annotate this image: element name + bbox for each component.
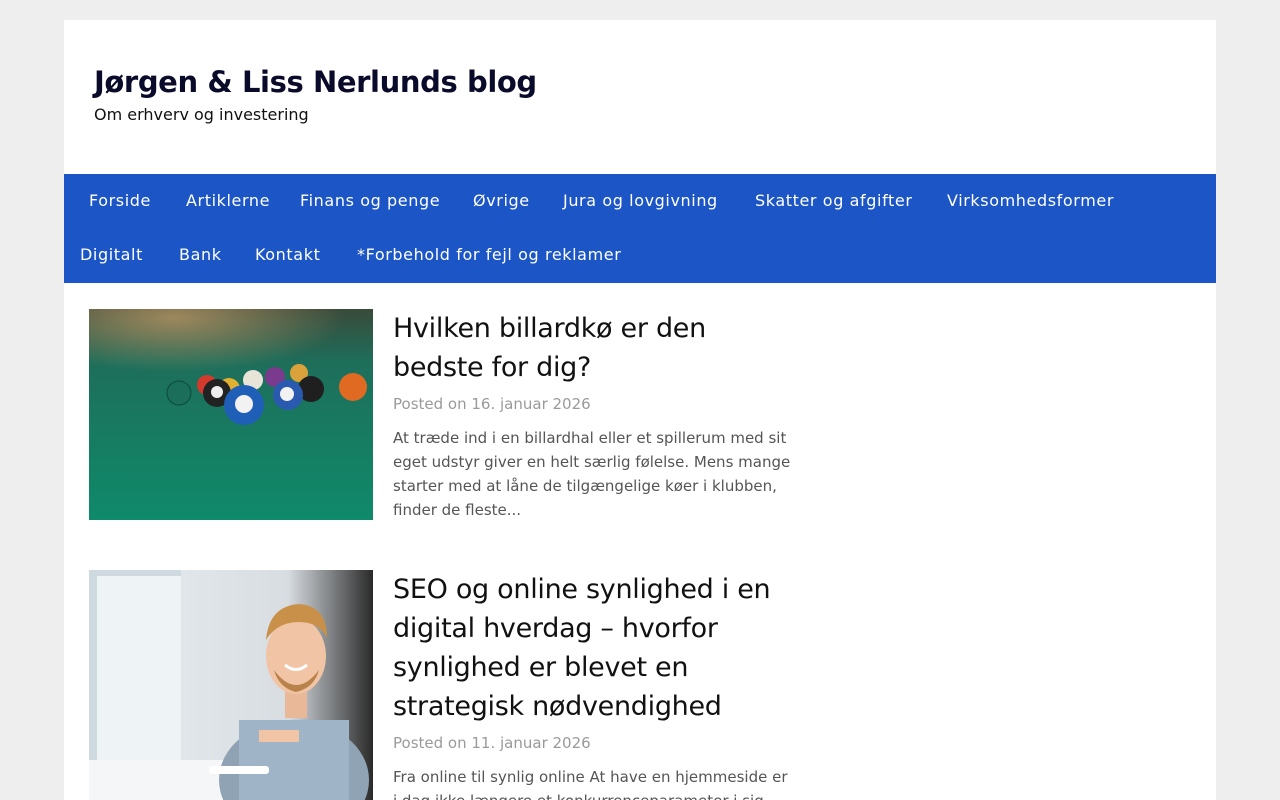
nav-item-bank[interactable]: Bank bbox=[179, 228, 222, 282]
post-title[interactable]: SEO og online synlighed i en digital hve… bbox=[393, 570, 793, 726]
main-navigation: Forside Artiklerne Finans og penge Øvrig… bbox=[64, 174, 1216, 283]
post-item: Hvilken billardkø er den bedste for dig?… bbox=[89, 309, 790, 524]
nav-item-ovrige[interactable]: Øvrige bbox=[473, 174, 530, 228]
post-thumbnail[interactable] bbox=[89, 570, 373, 800]
nav-item-finans-og-penge[interactable]: Finans og penge bbox=[300, 174, 440, 228]
page-container: Jørgen & Liss Nerlunds blog Om erhverv o… bbox=[64, 20, 1216, 800]
post-item: SEO og online synlighed i en digital hve… bbox=[89, 570, 789, 800]
site-tagline: Om erhverv og investering bbox=[94, 105, 309, 124]
nav-row-1: Forside Artiklerne Finans og penge Øvrig… bbox=[64, 174, 1216, 228]
post-content: Hvilken billardkø er den bedste for dig?… bbox=[393, 309, 793, 522]
post-excerpt: Fra online til synlig online At have en … bbox=[393, 768, 788, 800]
post-thumbnail[interactable] bbox=[89, 309, 373, 520]
post-meta: Posted on 11. januar 2026 bbox=[393, 732, 793, 754]
billiard-balls-image bbox=[89, 309, 373, 520]
nav-item-digitalt[interactable]: Digitalt bbox=[80, 228, 143, 282]
nav-item-forside[interactable]: Forside bbox=[89, 174, 151, 228]
site-header: Jørgen & Liss Nerlunds blog Om erhverv o… bbox=[94, 62, 537, 126]
site-title[interactable]: Jørgen & Liss Nerlunds blog bbox=[94, 62, 537, 102]
post-content: SEO og online synlighed i en digital hve… bbox=[393, 570, 793, 800]
posted-on-label: Posted on bbox=[393, 395, 467, 413]
nav-item-kontakt[interactable]: Kontakt bbox=[255, 228, 320, 282]
nav-item-virksomhedsformer[interactable]: Virksomhedsformer bbox=[947, 174, 1114, 228]
man-at-computer-image bbox=[89, 570, 373, 800]
nav-item-jura-og-lovgivning[interactable]: Jura og lovgivning bbox=[563, 174, 718, 228]
nav-row-2: Digitalt Bank Kontakt *Forbehold for fej… bbox=[64, 228, 1216, 282]
post-excerpt: At træde ind i en billardhal eller et sp… bbox=[393, 429, 791, 519]
posted-on-label: Posted on bbox=[393, 734, 467, 752]
nav-item-skatter-og-afgifter[interactable]: Skatter og afgifter bbox=[755, 174, 913, 228]
nav-item-forbehold[interactable]: *Forbehold for fejl og reklamer bbox=[357, 228, 621, 282]
post-title[interactable]: Hvilken billardkø er den bedste for dig? bbox=[393, 309, 793, 387]
post-date[interactable]: 11. januar 2026 bbox=[471, 734, 590, 752]
nav-item-artiklerne[interactable]: Artiklerne bbox=[186, 174, 270, 228]
post-date[interactable]: 16. januar 2026 bbox=[471, 395, 590, 413]
post-meta: Posted on 16. januar 2026 bbox=[393, 393, 793, 415]
